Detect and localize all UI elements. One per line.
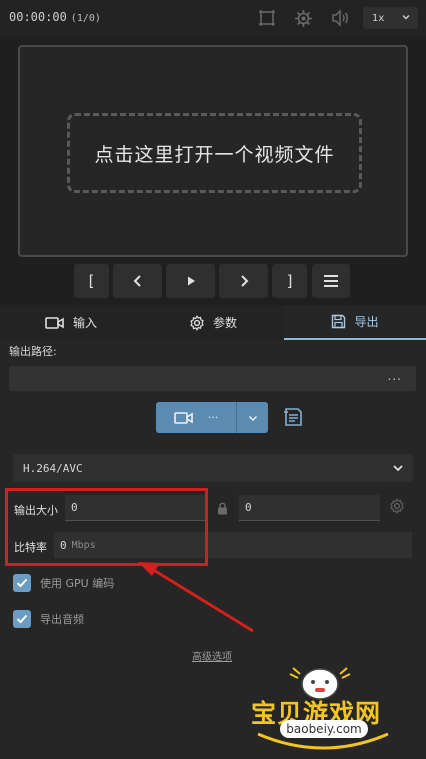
mark-out-label: ] — [286, 272, 293, 290]
export-dots: ··· — [207, 411, 219, 424]
export-audio-checkbox[interactable]: 导出音频 — [13, 609, 84, 629]
top-bar: 00:00:00 (1/0) 1x — [0, 0, 426, 36]
output-height-value: 0 — [245, 501, 252, 514]
chevron-down-icon — [393, 465, 403, 472]
video-preview-area[interactable]: 点击这里打开一个视频文件 — [18, 45, 408, 257]
chevron-down-icon — [402, 15, 410, 20]
speed-value: 1x — [372, 12, 385, 24]
hamburger-menu-icon — [324, 275, 338, 287]
advanced-options-link[interactable]: 高级选项 — [192, 648, 232, 663]
checkbox-checked-icon[interactable] — [13, 574, 31, 592]
use-gpu-checkbox[interactable]: 使用 GPU 编码 — [13, 573, 114, 593]
export-button[interactable]: ··· — [156, 402, 236, 433]
export-queue-icon[interactable] — [283, 407, 305, 431]
gear-icon — [190, 314, 204, 331]
size-settings-icon[interactable] — [389, 498, 405, 518]
save-icon — [332, 314, 346, 329]
chevron-left-icon — [133, 275, 141, 287]
open-video-dropzone[interactable]: 点击这里打开一个视频文件 — [67, 113, 362, 193]
codec-select[interactable]: H.264/AVC — [13, 454, 413, 482]
crop-icon[interactable] — [257, 8, 277, 28]
play-button[interactable] — [166, 264, 215, 298]
tab-export-label: 导出 — [354, 315, 379, 329]
video-camera-icon — [173, 411, 193, 424]
open-video-prompt: 点击这里打开一个视频文件 — [94, 143, 335, 166]
volume-icon[interactable] — [331, 8, 351, 28]
checkbox-checked-icon[interactable] — [13, 610, 31, 628]
output-path-label: 输出路径: — [9, 345, 57, 358]
lock-icon[interactable] — [217, 500, 228, 519]
annotation-highlight-box — [5, 488, 208, 566]
chevron-down-icon — [248, 415, 257, 421]
tab-bar: 输入 参数 导出 — [0, 305, 426, 340]
export-options-dropdown[interactable] — [237, 402, 268, 433]
use-gpu-label: 使用 GPU 编码 — [40, 577, 115, 590]
export-audio-label: 导出音频 — [40, 613, 84, 626]
browse-button[interactable]: ... — [388, 369, 402, 383]
tab-params[interactable]: 参数 — [142, 305, 284, 340]
tab-export[interactable]: 导出 — [284, 305, 426, 340]
frame-counter: (1/0) — [70, 13, 101, 24]
export-button-group: ··· — [156, 402, 268, 433]
chevron-right-icon — [240, 275, 248, 287]
timecode: 00:00:00 — [9, 10, 67, 24]
play-icon — [187, 276, 195, 286]
watermark-domain: baobeiy.com — [280, 720, 368, 738]
timecode-display: 00:00:00 (1/0) — [9, 10, 101, 24]
previous-frame-button[interactable] — [113, 264, 162, 298]
playback-controls: [ ] — [0, 264, 426, 298]
codec-value: H.264/AVC — [23, 461, 83, 475]
output-path-field[interactable]: ... — [9, 366, 416, 391]
mark-in-button[interactable]: [ — [74, 264, 109, 298]
menu-button[interactable] — [312, 264, 350, 298]
mark-out-button[interactable]: ] — [272, 264, 307, 298]
mark-in-label: [ — [88, 272, 95, 290]
color-settings-icon[interactable] — [293, 8, 313, 28]
video-camera-icon — [45, 316, 64, 329]
tab-input-label: 输入 — [72, 316, 97, 330]
watermark-logo: 宝贝游戏网 baobeiy.com — [248, 662, 398, 752]
output-height-field[interactable]: 0 — [239, 495, 380, 521]
speed-select[interactable]: 1x — [363, 7, 418, 29]
next-frame-button[interactable] — [219, 264, 268, 298]
tab-input[interactable]: 输入 — [0, 305, 142, 340]
tab-params-label: 参数 — [212, 316, 237, 330]
